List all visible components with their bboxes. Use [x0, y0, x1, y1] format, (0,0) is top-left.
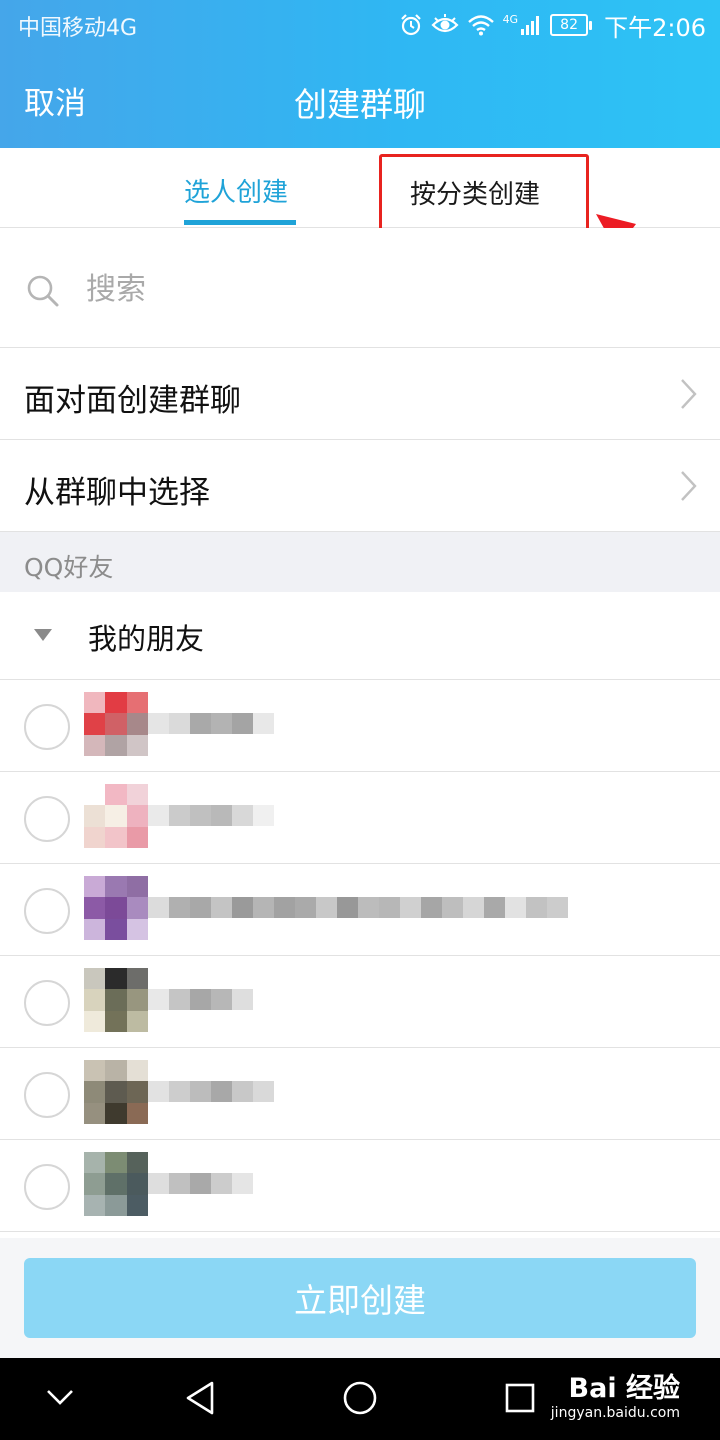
face-to-face-create-label: 面对面创建群聊 — [24, 383, 241, 419]
friend-name-pixelated — [148, 989, 253, 1010]
eye-comfort-icon — [431, 14, 459, 33]
friend-name-pixelated — [148, 805, 274, 826]
select-from-groups-row[interactable]: 从群聊中选择 — [0, 440, 720, 532]
avatar — [84, 1152, 148, 1216]
select-radio[interactable] — [24, 980, 70, 1026]
battery-level: 82 — [550, 14, 589, 36]
system-nav-bar: Bai 经验 jingyan.baidu.com — [0, 1358, 720, 1440]
battery-icon: 82 — [550, 14, 593, 36]
select-radio[interactable] — [24, 1072, 70, 1118]
alarm-icon — [400, 14, 421, 36]
search-input[interactable] — [86, 266, 646, 312]
signal-icon — [521, 16, 540, 35]
section-header-qq-friends: QQ好友 — [0, 532, 720, 592]
avatar — [84, 968, 148, 1032]
status-time: 下午2:06 — [604, 13, 706, 42]
back-icon[interactable] — [184, 1380, 216, 1416]
friend-row[interactable] — [0, 1140, 720, 1232]
search-icon — [27, 275, 59, 307]
friend-name-pixelated — [148, 1081, 274, 1102]
bottom-action-bar: 立即创建 — [0, 1238, 720, 1358]
friend-row[interactable] — [0, 680, 720, 772]
app-header: 中国移动4G 4G 82 下午2:06 取消 创建群聊 — [0, 0, 720, 148]
select-radio[interactable] — [24, 888, 70, 934]
watermark-url: jingyan.baidu.com — [550, 1405, 680, 1421]
avatar — [84, 1060, 148, 1124]
friend-group-row[interactable]: 我的朋友 — [0, 592, 720, 680]
search-bar — [0, 228, 720, 348]
friend-group-label: 我的朋友 — [88, 622, 205, 656]
avatar — [84, 876, 148, 940]
status-icons: 4G 82 下午2:06 — [399, 8, 706, 42]
active-tab-indicator — [184, 220, 296, 225]
tab-select-people[interactable]: 选人创建 — [184, 172, 288, 209]
carrier-label: 中国移动4G — [18, 16, 138, 41]
baidu-jingyan-watermark: Bai 经验 jingyan.baidu.com — [551, 1366, 680, 1421]
cancel-button[interactable]: 取消 — [24, 78, 86, 123]
select-from-groups-label: 从群聊中选择 — [24, 475, 210, 511]
section-header-label: QQ好友 — [24, 553, 114, 582]
home-icon[interactable] — [342, 1380, 378, 1416]
select-radio[interactable] — [24, 704, 70, 750]
friend-name-pixelated — [148, 897, 568, 918]
friend-row[interactable] — [0, 1048, 720, 1140]
chevron-right-icon — [681, 379, 697, 409]
tab-by-category[interactable]: 按分类创建 — [410, 174, 540, 211]
select-radio[interactable] — [24, 1164, 70, 1210]
friend-row[interactable] — [0, 772, 720, 864]
friend-name-pixelated — [148, 713, 274, 734]
friend-row[interactable] — [0, 956, 720, 1048]
avatar — [84, 784, 148, 848]
friend-row[interactable] — [0, 864, 720, 956]
page-title: 创建群聊 — [294, 85, 426, 124]
triangle-down-icon — [34, 629, 52, 641]
network-type-label: 4G — [502, 12, 519, 26]
select-radio[interactable] — [24, 796, 70, 842]
face-to-face-create-row[interactable]: 面对面创建群聊 — [0, 348, 720, 440]
recents-icon[interactable] — [505, 1383, 535, 1413]
wifi-icon — [467, 15, 494, 36]
friend-name-pixelated — [148, 1173, 253, 1194]
watermark-main: Bai 经验 — [568, 1373, 680, 1404]
chevron-right-icon — [681, 471, 697, 501]
avatar — [84, 692, 148, 756]
create-now-button[interactable]: 立即创建 — [24, 1258, 696, 1338]
chevron-down-icon[interactable] — [46, 1388, 74, 1406]
